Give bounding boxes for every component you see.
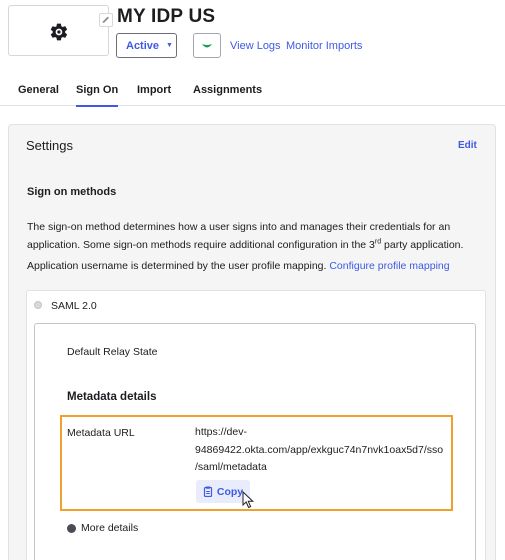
expand-icon [67, 523, 76, 533]
monitor-imports-link[interactable]: Monitor Imports [286, 40, 362, 52]
sign-on-description: The sign-on method determines how a user… [27, 221, 464, 251]
view-logs-link[interactable]: View Logs [230, 40, 281, 52]
tab-bar: General Sign On Import Assignments [0, 76, 505, 107]
settings-title: Settings [26, 138, 73, 153]
sign-on-methods-title: Sign on methods [27, 186, 117, 198]
saml-method-label: SAML 2.0 [51, 300, 97, 312]
tab-general[interactable]: General [18, 84, 59, 96]
pencil-icon [102, 16, 109, 23]
status-dropdown[interactable]: Active ▼ [116, 33, 177, 58]
default-relay-state-label: Default Relay State [67, 346, 158, 358]
tab-sign-on[interactable]: Sign On [76, 84, 119, 107]
status-label: Active [126, 39, 160, 52]
configure-profile-mapping-link[interactable]: Configure profile mapping [329, 260, 449, 272]
push-status-icon [202, 43, 212, 47]
mouse-pointer-icon [242, 491, 255, 509]
edit-logo-button[interactable] [99, 13, 113, 27]
metadata-url-label: Metadata URL [67, 427, 135, 439]
metadata-details-title: Metadata details [67, 391, 157, 403]
more-details-label: More details [81, 522, 139, 534]
clipboard-icon [203, 486, 212, 497]
gear-icon [50, 23, 68, 41]
tab-import[interactable]: Import [137, 84, 171, 96]
saml-radio[interactable] [34, 301, 42, 309]
metadata-url-value: https://dev- 94869422.okta.com/app/exkguc… [195, 426, 444, 473]
tab-assignments[interactable]: Assignments [193, 84, 262, 96]
app-logo [8, 5, 113, 56]
app-title: MY IDP US [117, 6, 216, 27]
edit-button[interactable]: Edit [458, 140, 477, 151]
username-info: Application username is determined by th… [27, 260, 450, 272]
caret-down-icon: ▼ [166, 42, 173, 49]
push-status-button[interactable] [193, 33, 221, 58]
more-details-toggle[interactable]: More details [67, 522, 138, 534]
copy-label: Copy [216, 485, 244, 498]
